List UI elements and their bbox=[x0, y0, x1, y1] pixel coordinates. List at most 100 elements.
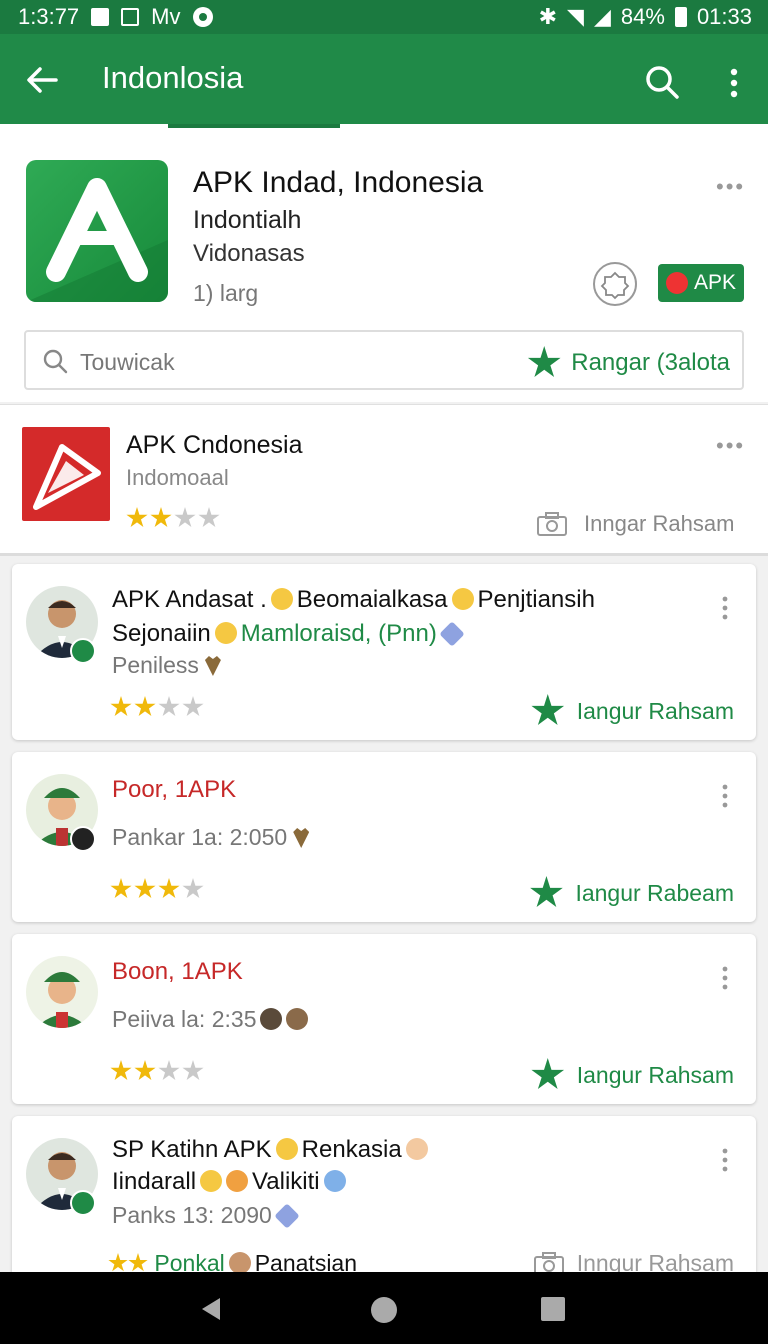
record-icon bbox=[192, 7, 213, 27]
review-meta: Panks 13: 2090 bbox=[112, 1202, 272, 1228]
featured-subtitle: Indomoaal bbox=[126, 465, 229, 490]
emoji-icon bbox=[323, 1170, 346, 1192]
nav-back-icon[interactable] bbox=[198, 1296, 224, 1322]
review-text: Sejonaiin bbox=[112, 620, 211, 647]
review-card[interactable]: APK Andasat . Beomaialkasa Penjtiansih Sej… bbox=[12, 564, 756, 740]
green-star-icon bbox=[527, 346, 561, 377]
app-title: APK Indad, Indonesia bbox=[193, 166, 484, 199]
status-clock: 01:33 bbox=[696, 4, 752, 29]
star-icon bbox=[150, 507, 172, 528]
review-author: APK Andasat . bbox=[112, 586, 267, 613]
review-meta-line: Peiiva la: 2:35 bbox=[112, 1006, 312, 1033]
featured-more-icon[interactable]: ••• bbox=[716, 433, 745, 459]
green-star-icon bbox=[531, 694, 565, 725]
star-icon bbox=[134, 1060, 156, 1081]
heart-icon bbox=[439, 621, 465, 647]
card-action-button[interactable]: Iangur Rabeam bbox=[529, 876, 734, 910]
review-line-2: Sejonaiin Mamloraisd, (Pnn) bbox=[112, 620, 467, 648]
card-action-label: Iangur Rabeam bbox=[575, 879, 734, 906]
app-category: Vidonasas bbox=[193, 240, 305, 267]
emoji-icon bbox=[270, 588, 293, 610]
search-input[interactable]: Touwicak Rangar (3alota bbox=[24, 330, 744, 390]
review-line-1: APK Andasat . Beomaialkasa Penjtiansih bbox=[112, 586, 595, 614]
review-author: SP Katihn APK bbox=[112, 1136, 272, 1163]
signal-icon: ◢ bbox=[593, 4, 611, 29]
app-logo-icon[interactable] bbox=[26, 160, 168, 302]
card-action-label: Iangur Rahsam bbox=[576, 697, 734, 724]
star-icon bbox=[158, 1060, 180, 1081]
featured-app-row[interactable]: APK Cndonesia Indomoaal ••• Inngar Rahsa… bbox=[0, 404, 768, 556]
review-author: Poor, 1APK bbox=[112, 776, 237, 803]
featured-title: APK Cndonesia bbox=[126, 431, 303, 459]
search-placeholder: Touwicak bbox=[80, 349, 175, 375]
star-icon bbox=[198, 507, 220, 528]
review-text: Renkasia bbox=[301, 1136, 402, 1163]
search-icon[interactable] bbox=[642, 62, 682, 102]
review-text: Iindarall bbox=[112, 1168, 197, 1195]
star-icon bbox=[110, 1060, 132, 1081]
nav-recents-icon[interactable] bbox=[540, 1296, 566, 1322]
app-bar: Indonlosia bbox=[0, 34, 768, 128]
apk-download-button[interactable]: APK bbox=[658, 264, 744, 302]
review-card[interactable]: Boon, 1APK Peiiva la: 2:35 Iangur Rahsam bbox=[12, 934, 756, 1104]
avatar[interactable] bbox=[26, 956, 98, 1028]
heart-icon bbox=[204, 656, 221, 676]
battery-percent: 84% bbox=[620, 4, 665, 29]
wifi-icon: ◥ bbox=[567, 4, 584, 29]
badge-icon bbox=[70, 826, 96, 852]
emoji-icon bbox=[286, 1008, 309, 1030]
heart-icon bbox=[293, 828, 310, 848]
star-icon bbox=[174, 507, 196, 528]
card-more-icon[interactable] bbox=[722, 1148, 728, 1172]
card-action-button[interactable]: Iangur Rahsam bbox=[531, 694, 734, 728]
review-line-1: SP Katihn APK Renkasia bbox=[112, 1136, 432, 1164]
hero-more-icon[interactable]: ••• bbox=[716, 174, 745, 200]
page-title: Indonlosia bbox=[102, 60, 244, 95]
more-vert-icon[interactable] bbox=[722, 64, 746, 104]
card-action-button[interactable]: Iangur Rahsam bbox=[531, 1058, 734, 1092]
search-field-icon bbox=[43, 349, 68, 374]
heart-icon bbox=[274, 1203, 300, 1229]
app-size: 1) larg bbox=[193, 280, 259, 306]
featured-rating bbox=[126, 507, 220, 529]
notification-icon bbox=[91, 8, 110, 26]
star-icon bbox=[158, 696, 180, 717]
status-time: 1:3:77 bbox=[18, 4, 80, 29]
verified-badge-icon bbox=[70, 1190, 96, 1216]
emoji-icon bbox=[405, 1138, 428, 1160]
card-more-icon[interactable] bbox=[722, 784, 728, 808]
review-highlight: Mamloraisd, (Pnn) bbox=[240, 620, 437, 647]
review-card[interactable]: Poor, 1APK Pankar 1a: 2:050 Iangur Rabea… bbox=[12, 752, 756, 922]
nav-home-icon[interactable] bbox=[370, 1296, 398, 1324]
play-app-icon[interactable] bbox=[22, 427, 110, 521]
review-author: Boon, 1APK bbox=[112, 958, 243, 985]
back-arrow-icon[interactable] bbox=[22, 60, 62, 100]
star-icon bbox=[182, 696, 204, 717]
card-action-label: Iangur Rahsam bbox=[576, 1061, 734, 1088]
system-nav-bar bbox=[0, 1272, 768, 1344]
review-line-3: Peniless bbox=[112, 652, 227, 679]
emoji-icon bbox=[275, 1138, 298, 1160]
star-icon bbox=[134, 696, 156, 717]
emoji-icon bbox=[260, 1008, 283, 1030]
app-developer: Indontialh bbox=[193, 206, 302, 234]
review-card[interactable]: SP Katihn APK Renkasia Iindarall Valikiti … bbox=[12, 1116, 756, 1286]
emoji-icon bbox=[226, 1170, 249, 1192]
star-icon bbox=[134, 878, 156, 899]
emoji-icon bbox=[214, 622, 237, 644]
status-carrier: Mv bbox=[151, 4, 181, 29]
star-icon bbox=[126, 507, 148, 528]
card-more-icon[interactable] bbox=[722, 966, 728, 990]
emoji-icon bbox=[451, 588, 474, 610]
rating-filter[interactable]: Rangar (3alota bbox=[527, 346, 730, 380]
badge-icon[interactable] bbox=[593, 262, 637, 306]
star-icon bbox=[128, 1253, 148, 1272]
rating-filter-label: Rangar (3alota bbox=[571, 349, 730, 376]
review-line-2: Iindarall Valikiti bbox=[112, 1168, 350, 1196]
active-tab-indicator bbox=[168, 124, 340, 128]
status-bar: 1:3:77 Mv ✱ ◥ ◢ 84% 01:33 bbox=[0, 0, 768, 34]
review-meta: Peniless bbox=[112, 652, 199, 678]
featured-action[interactable]: Inngar Rahsam bbox=[536, 511, 734, 537]
green-star-icon bbox=[530, 876, 563, 907]
card-more-icon[interactable] bbox=[722, 596, 728, 620]
